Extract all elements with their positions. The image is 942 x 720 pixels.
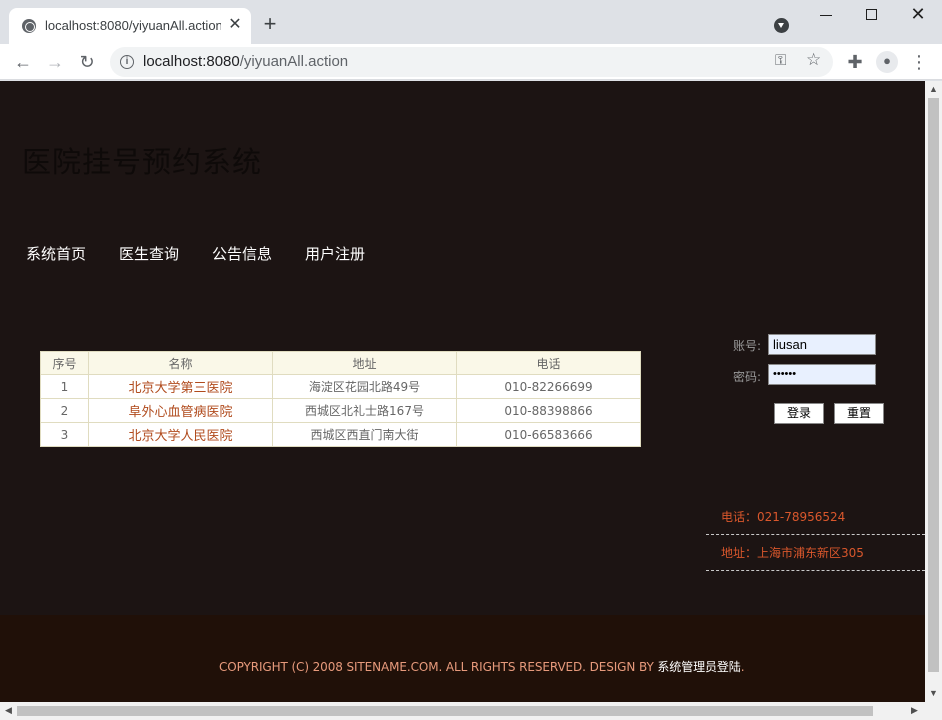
- cell-address: 海淀区花园北路49号: [272, 374, 457, 399]
- cell-no: 1: [40, 374, 89, 399]
- table-row: 3 北京大学人民医院 西城区西直门南大街 010-66583666: [40, 422, 641, 447]
- nav-register[interactable]: 用户注册: [305, 243, 365, 264]
- main-nav: 系统首页 医生查询 公告信息 用户注册: [26, 243, 398, 264]
- hospital-link[interactable]: 北京大学人民医院: [88, 422, 273, 447]
- cell-phone: 010-82266699: [456, 374, 641, 399]
- scroll-left-icon[interactable]: ◀: [0, 702, 17, 719]
- reset-button[interactable]: 重置: [834, 403, 884, 424]
- scroll-down-icon[interactable]: ▼: [925, 685, 942, 702]
- col-header-phone: 电话: [456, 351, 641, 375]
- login-button[interactable]: 登录: [774, 403, 824, 424]
- bookmark-star-icon[interactable]: ☆: [806, 50, 821, 70]
- window-close-icon[interactable]: ✕: [910, 4, 926, 24]
- globe-icon: [22, 19, 36, 33]
- window-minimize-icon[interactable]: [820, 15, 832, 16]
- vertical-scrollbar[interactable]: ▲ ▼: [925, 81, 942, 702]
- hospital-table: 序号 名称 地址 电话 1 北京大学第三医院 海淀区花园北路49号 010-82…: [40, 351, 641, 447]
- address-bar[interactable]: i localhost:8080/yiyuanAll.action ⚿ ☆: [110, 47, 833, 77]
- new-tab-icon[interactable]: +: [260, 13, 280, 35]
- password-input[interactable]: ••••••: [768, 364, 876, 385]
- account-label: 账号:: [733, 339, 762, 353]
- cell-address: 西城区西直门南大街: [272, 422, 457, 447]
- nav-announcements[interactable]: 公告信息: [212, 243, 272, 264]
- cell-no: 3: [40, 422, 89, 447]
- contact-phone: 电话：021-78956524: [706, 499, 925, 535]
- account-input[interactable]: liusan: [768, 334, 876, 355]
- nav-home[interactable]: 系统首页: [26, 243, 86, 264]
- footer: COPYRIGHT (C) 2008 SITENAME.COM. ALL RIG…: [0, 615, 925, 702]
- browser-titlebar: localhost:8080/yiyuanAll.action ✕ + ✕: [0, 0, 942, 44]
- cell-phone: 010-88398866: [456, 398, 641, 423]
- horizontal-scrollbar[interactable]: ◀ ▶: [0, 702, 942, 720]
- table-row: 1 北京大学第三医院 海淀区花园北路49号 010-82266699: [40, 374, 641, 399]
- url-text: localhost:8080/yiyuanAll.action: [143, 53, 349, 70]
- browser-toolbar: ← → ↻ i localhost:8080/yiyuanAll.action …: [0, 44, 942, 80]
- nav-doctor-search[interactable]: 医生查询: [119, 243, 179, 264]
- table-header-row: 序号 名称 地址 电话: [40, 351, 641, 375]
- tab-title: localhost:8080/yiyuanAll.action: [45, 18, 221, 33]
- menu-kebab-icon[interactable]: ⋮: [909, 52, 929, 72]
- copyright-text: COPYRIGHT (C) 2008 SITENAME.COM. ALL RIG…: [219, 660, 745, 674]
- admin-login-link[interactable]: 系统管理员登陆: [657, 660, 740, 674]
- tab-close-icon[interactable]: ✕: [227, 15, 243, 35]
- cell-address: 西城区北礼士路167号: [272, 398, 457, 423]
- profile-avatar-icon[interactable]: ●: [876, 51, 898, 73]
- hospital-link[interactable]: 阜外心血管病医院: [88, 398, 273, 423]
- col-header-address: 地址: [272, 351, 457, 375]
- scroll-right-icon[interactable]: ▶: [906, 702, 923, 719]
- cell-no: 2: [40, 398, 89, 423]
- hospital-link[interactable]: 北京大学第三医院: [88, 374, 273, 399]
- site-info-icon[interactable]: i: [120, 55, 134, 69]
- col-header-name: 名称: [88, 351, 273, 375]
- browser-tab[interactable]: localhost:8080/yiyuanAll.action ✕: [9, 8, 251, 44]
- site-title: 医院挂号预约系统: [22, 145, 263, 179]
- scroll-up-icon[interactable]: ▲: [925, 81, 942, 98]
- window-maximize-icon[interactable]: [866, 9, 877, 20]
- extensions-icon[interactable]: ✚: [845, 52, 865, 72]
- page-content: 医院挂号预约系统 系统首页 医生查询 公告信息 用户注册 序号 名称 地址 电话…: [0, 81, 925, 702]
- password-key-icon[interactable]: ⚿: [775, 52, 786, 69]
- forward-icon[interactable]: →: [45, 52, 65, 72]
- back-icon[interactable]: ←: [13, 52, 33, 72]
- vertical-scroll-thumb[interactable]: [928, 98, 939, 672]
- contact-address: 地址：上海市浦东新区305: [706, 535, 925, 571]
- reload-icon[interactable]: ↻: [77, 52, 97, 72]
- table-row: 2 阜外心血管病医院 西城区北礼士路167号 010-88398866: [40, 398, 641, 423]
- horizontal-scroll-thumb[interactable]: [17, 706, 873, 716]
- password-label: 密码:: [733, 370, 762, 384]
- cell-phone: 010-66583666: [456, 422, 641, 447]
- tab-search-icon[interactable]: [774, 18, 789, 33]
- col-header-no: 序号: [40, 351, 89, 375]
